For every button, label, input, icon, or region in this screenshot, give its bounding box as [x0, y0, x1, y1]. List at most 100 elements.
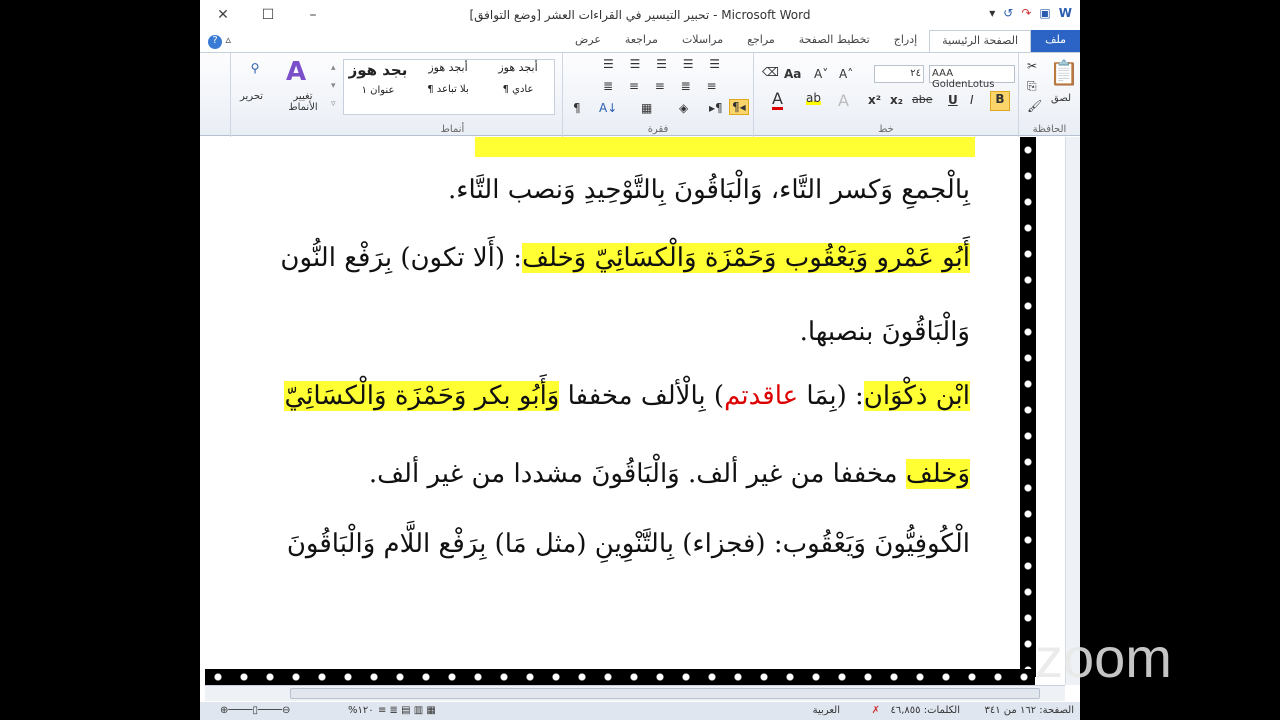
doc-line: ابْن ذكْوَان: (بِمَا عاقدتم) بِالْألف مخ…	[284, 375, 970, 417]
tab-page-layout[interactable]: تخطيط الصفحة	[787, 30, 882, 52]
zoom-watermark-logo: zoom	[1035, 626, 1172, 689]
customize-icon[interactable]: ▾	[989, 6, 995, 20]
help-icon[interactable]: ? ▵	[200, 30, 239, 52]
find-icon[interactable]: ⚲	[238, 61, 272, 75]
paste-icon[interactable]: 📋	[1049, 59, 1079, 87]
style-name: ¶ بلا تباعد	[427, 84, 469, 95]
styles-group: أبجد هوز ¶ عادي أبجد هوز ¶ بلا تباعد بجد ه…	[230, 53, 562, 137]
style-name: ¶ عادي	[502, 84, 534, 95]
highlight-icon[interactable]: ab	[806, 91, 821, 105]
show-marks-icon[interactable]: ¶	[573, 101, 581, 115]
view-buttons[interactable]: ≡ ≣ ▤ ▥ ▦	[378, 705, 436, 716]
ltr-icon[interactable]: ▸¶	[709, 101, 723, 115]
window-title: تحبير التيسير في القراءات العشر [وضع الت…	[469, 8, 811, 22]
red-text: عاقدتم	[724, 381, 799, 411]
highlighted-text: وَخلف	[905, 459, 970, 489]
language[interactable]: العربية	[813, 705, 840, 716]
doc-line: وَخلف مخففا من غير ألف. وَالْبَاقُونَ مش…	[369, 453, 970, 495]
page-border-right	[1020, 137, 1036, 677]
change-styles-label[interactable]: تغيير الأنماط	[283, 91, 323, 113]
editing-group: ⚲ تحرير	[200, 53, 263, 137]
page-border-bottom	[205, 669, 1035, 685]
underline-button[interactable]: U	[948, 93, 958, 107]
font-size-field[interactable]: ٢٤	[874, 65, 924, 83]
highlighted-text: ابْن ذكْوَان	[863, 381, 970, 411]
font-color-icon[interactable]: A	[772, 91, 783, 110]
text-effects-icon[interactable]: A	[838, 91, 849, 110]
save-icon[interactable]: ▣	[1039, 6, 1050, 20]
style-no-spacing[interactable]: أبجد هوز ¶ بلا تباعد	[415, 61, 481, 113]
grow-font-icon[interactable]: A˄	[839, 67, 853, 81]
clipboard-group: 📋 لصق ✂ ⎘ 🖌 الحافظة	[1018, 53, 1080, 137]
paragraph-label: فقرة	[647, 124, 669, 135]
scroll-thumb[interactable]	[290, 688, 1040, 699]
text-run: ) بِالْألف مخففا	[559, 381, 725, 411]
gallery-scroll-icon[interactable]: ▴ ▾ ▿	[331, 59, 336, 113]
change-styles-icon[interactable]: A	[286, 57, 306, 87]
strikethrough-button[interactable]: abe	[912, 93, 933, 106]
ribbon: 📋 لصق ✂ ⎘ 🖌 الحافظة AAA GoldenLotus ٢٤ A…	[200, 52, 1080, 137]
subscript-button[interactable]: x₂	[890, 93, 903, 107]
zoom-level[interactable]: %١٢٠	[348, 705, 374, 716]
shading-icon[interactable]: ◈	[679, 101, 688, 115]
style-normal[interactable]: أبجد هوز ¶ عادي	[485, 61, 551, 113]
zoom-slider[interactable]: ⊕────▯────⊖	[220, 705, 290, 716]
minimize-button[interactable]: –	[298, 4, 328, 26]
shrink-font-icon[interactable]: A˅	[814, 67, 828, 81]
maximize-button[interactable]: ☐	[253, 4, 283, 26]
editing-label[interactable]: تحرير	[240, 91, 263, 102]
word-logo-icon: W	[1058, 6, 1072, 20]
style-heading1[interactable]: بجد هوز عنوان ١	[345, 61, 411, 113]
italic-button[interactable]: I	[970, 93, 974, 107]
paragraph-group: ☰ ☰ ☰ ☰ ☰ ≣ ≡ ≡ ≣ ≡ ¶ A↓ ▦ ◈ ▸¶ ¶◂ فقرة	[562, 53, 753, 137]
doc-line: أَبُو عَمْرو وَيَعْقُوب وَحَمْزَة وَالْك…	[280, 237, 970, 279]
document-page[interactable]: بِالْجمعِ وَكسر التَّاء، وَالْبَاقُونَ ب…	[205, 137, 1065, 685]
tab-review[interactable]: مراجعة	[613, 30, 670, 52]
word-count[interactable]: الكلمات: ٤٦,٨٥٥	[891, 705, 961, 716]
styles-label: أنماط	[440, 124, 465, 135]
style-sample: أبجد هوز	[498, 61, 538, 74]
ribbon-tabs: ملف الصفحة الرئيسية إدراج تخطيط الصفحة م…	[200, 30, 1080, 52]
quick-access-toolbar: ▾ ↺ ↷ ▣ W	[989, 6, 1072, 20]
tab-mailings[interactable]: مراسلات	[670, 30, 735, 52]
sort-icon[interactable]: A↓	[599, 101, 617, 115]
cut-icon[interactable]: ✂	[1027, 59, 1037, 73]
font-group: AAA GoldenLotus ٢٤ A˄ A˅ Aa ⌫ B I U abe …	[753, 53, 1018, 137]
doc-line: وَالْبَاقُونَ بنصبها.	[799, 317, 970, 347]
clear-formatting-icon[interactable]: ⌫	[762, 65, 779, 79]
font-name-field[interactable]: AAA GoldenLotus	[929, 65, 1015, 90]
borders-icon[interactable]: ▦	[641, 101, 652, 115]
font-label: خط	[878, 124, 894, 135]
vertical-scrollbar[interactable]	[1065, 137, 1080, 685]
title-bar: تحبير التيسير في القراءات العشر [وضع الت…	[200, 0, 1080, 30]
superscript-button[interactable]: x²	[868, 93, 881, 107]
undo-icon[interactable]: ↺	[1003, 6, 1013, 20]
format-painter-icon[interactable]: 🖌	[1027, 99, 1042, 113]
copy-icon[interactable]: ⎘	[1027, 79, 1037, 94]
tab-file[interactable]: ملف	[1031, 30, 1080, 52]
clipboard-label: الحافظة	[1032, 124, 1067, 135]
page-count[interactable]: الصفحة: ١٦٢ من ٣٤١	[985, 705, 1075, 716]
change-case-icon[interactable]: Aa	[784, 67, 801, 81]
tab-insert[interactable]: إدراج	[882, 30, 929, 52]
tab-references[interactable]: مراجع	[735, 30, 787, 52]
close-button[interactable]: ✕	[208, 4, 238, 26]
text-run: مخففا من غير ألف. وَالْبَاقُونَ مشددا من…	[368, 459, 906, 489]
horizontal-scrollbar[interactable]	[205, 685, 1065, 701]
alignment-buttons-icon[interactable]: ≣ ≡ ≡ ≣ ≡	[603, 79, 723, 93]
word-window: تحبير التيسير في القراءات العشر [وضع الت…	[200, 0, 1080, 720]
tab-view[interactable]: عرض	[563, 30, 613, 52]
highlighted-text: أَبُو عَمْرو وَيَعْقُوب وَحَمْزَة وَالْك…	[522, 243, 970, 273]
tab-home[interactable]: الصفحة الرئيسية	[929, 30, 1032, 52]
style-sample: أبجد هوز	[428, 61, 468, 74]
style-name: عنوان ١	[361, 85, 395, 96]
paste-label[interactable]: لصق	[1051, 93, 1071, 104]
status-bar: الصفحة: ١٦٢ من ٣٤١ الكلمات: ٤٦,٨٥٥ ✗ الع…	[200, 702, 1080, 720]
proofing-icon[interactable]: ✗	[872, 705, 880, 716]
text-run: : (أَلا تكون) بِرَفْع النُّون	[280, 243, 523, 273]
bold-button[interactable]: B	[990, 91, 1010, 111]
list-buttons-icon[interactable]: ☰ ☰ ☰ ☰ ☰	[603, 57, 726, 71]
rtl-button[interactable]: ¶◂	[729, 99, 749, 115]
text-run: : (بِمَا	[798, 381, 864, 411]
redo-icon[interactable]: ↷	[1021, 6, 1031, 20]
